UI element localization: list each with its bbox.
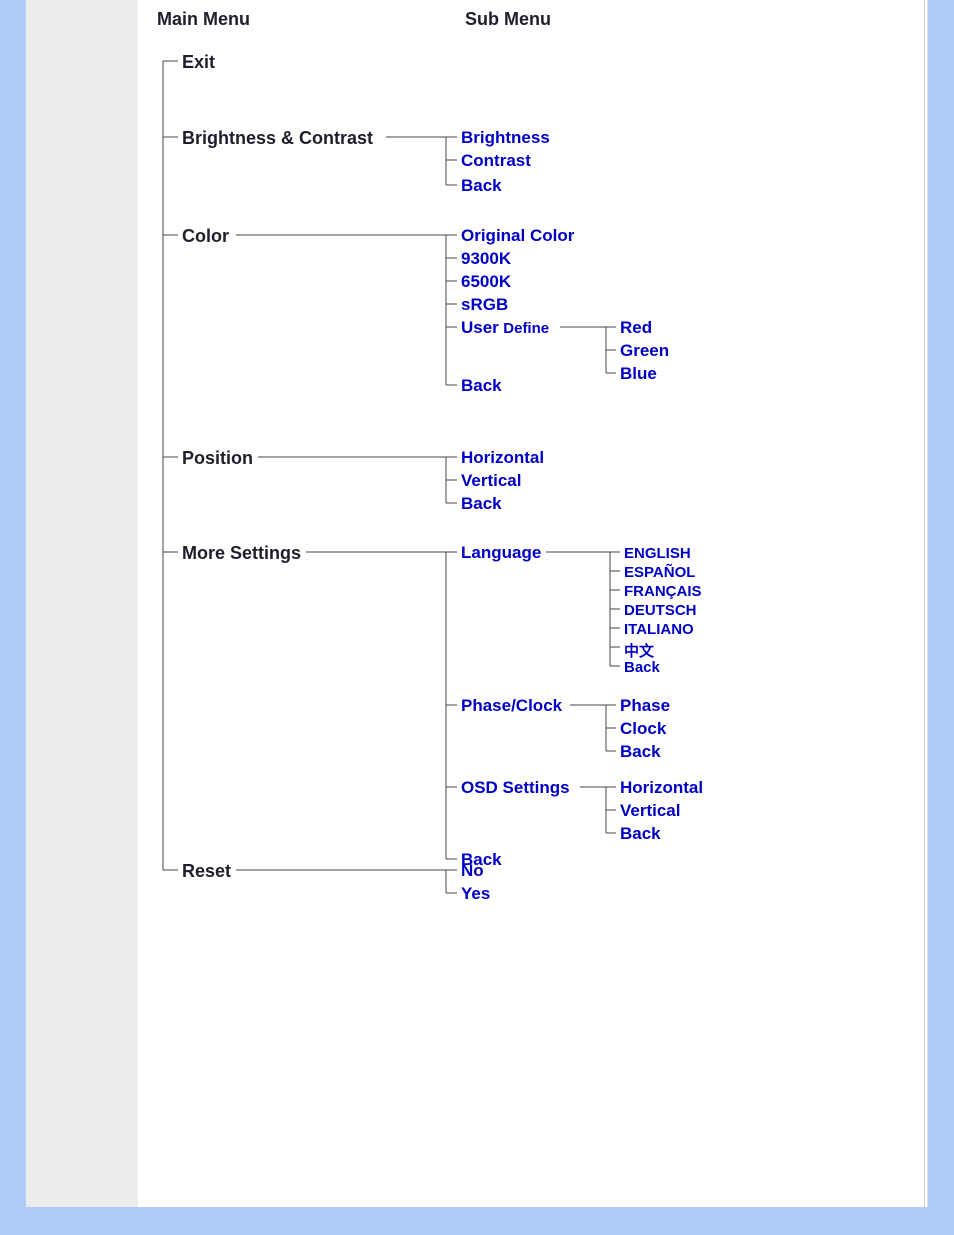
sub-user-blue: Blue [620,364,657,384]
header-sub-menu: Sub Menu [465,9,551,30]
menu-more-settings: More Settings [182,543,301,564]
menu-brightness-contrast: Brightness & Contrast [182,128,373,149]
sub-color-back: Back [461,376,502,396]
sub-9300k: 9300K [461,249,511,269]
lang-deutsch: DEUTSCH [624,602,697,619]
sub-srgb: sRGB [461,295,508,315]
sub-language: Language [461,543,541,563]
sub-user-red: Red [620,318,652,338]
lang-italiano: ITALIANO [624,621,694,638]
lang-francais: FRANÇAIS [624,583,702,600]
sidebar-column [26,0,138,1207]
header-main-menu: Main Menu [157,9,250,30]
menu-position: Position [182,448,253,469]
osd-vertical: Vertical [620,801,681,821]
sub-user-define-word: User [461,318,499,337]
sub-bc-back: Back [461,176,502,196]
frame-rule-2 [927,0,928,1207]
phase-phase: Phase [620,696,670,716]
osd-back: Back [620,824,661,844]
phase-back: Back [620,742,661,762]
sub-user-green: Green [620,341,669,361]
sub-original-color: Original Color [461,226,574,246]
phase-clock: Clock [620,719,666,739]
menu-color: Color [182,226,229,247]
reset-no: No [461,861,484,881]
sub-pos-vertical: Vertical [461,471,522,491]
sub-user-define-small: Define [503,320,549,337]
sub-brightness: Brightness [461,128,550,148]
lang-chinese: 中文 [624,640,654,661]
sub-osd-settings: OSD Settings [461,778,570,798]
reset-yes: Yes [461,884,490,904]
osd-horizontal: Horizontal [620,778,703,798]
sub-6500k: 6500K [461,272,511,292]
menu-reset: Reset [182,861,231,882]
menu-exit: Exit [182,52,215,73]
lang-espanol: ESPAÑOL [624,564,695,581]
lang-back: Back [624,659,660,676]
sub-phase-clock: Phase/Clock [461,696,562,716]
sub-contrast: Contrast [461,151,531,171]
sub-pos-horizontal: Horizontal [461,448,544,468]
sub-pos-back: Back [461,494,502,514]
sub-user-define: User Define [461,318,549,338]
lang-english: ENGLISH [624,545,691,562]
frame-rule [924,0,925,1207]
